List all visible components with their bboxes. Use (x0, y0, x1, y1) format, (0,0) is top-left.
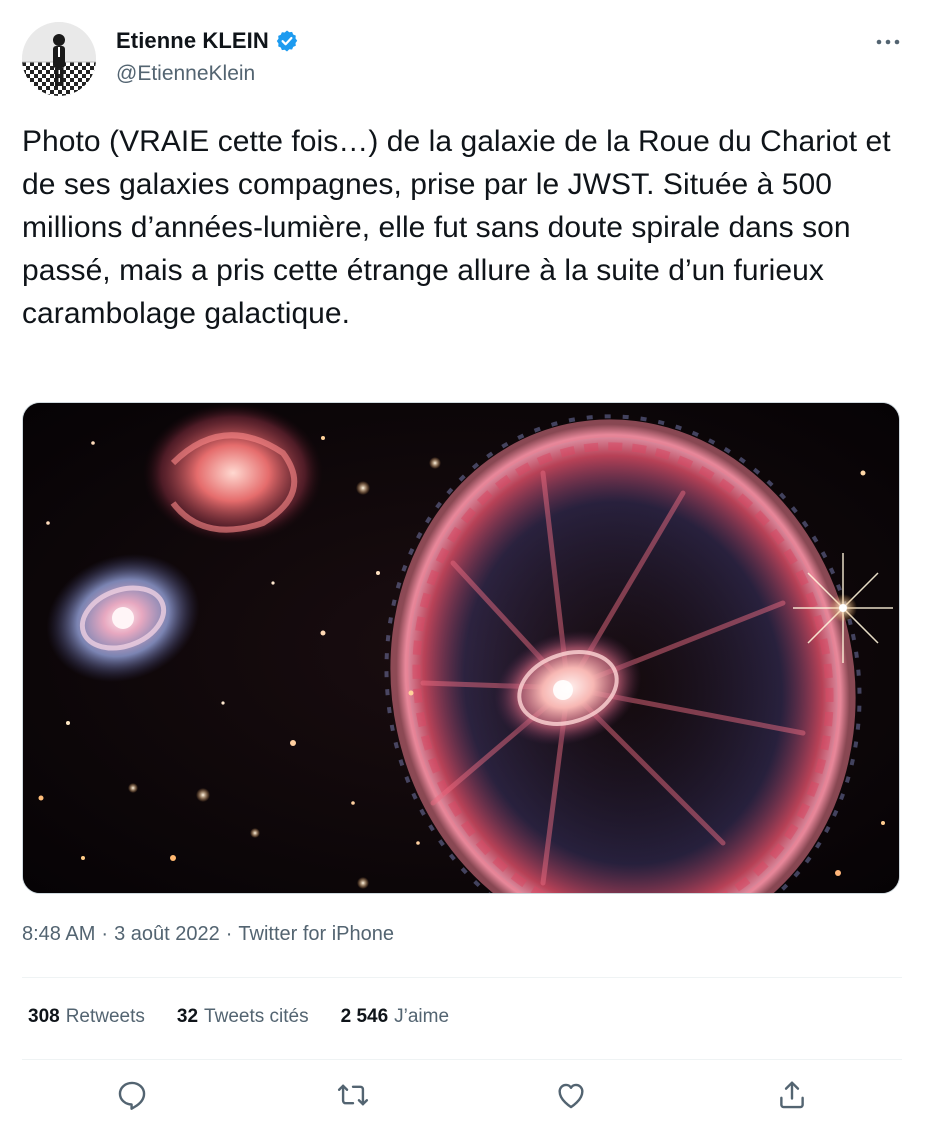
share-icon[interactable] (775, 1078, 809, 1112)
retweet-icon[interactable] (336, 1078, 370, 1112)
tweet-text: Photo (VRAIE cette fois…) de la galaxie … (22, 125, 891, 330)
tweet-media-image[interactable] (22, 402, 900, 894)
like-icon[interactable] (554, 1078, 588, 1112)
author-handle[interactable]: @EtienneKlein (116, 62, 255, 86)
tweet-actions (0, 1074, 928, 1120)
tweet-source[interactable]: Twitter for iPhone (238, 923, 394, 946)
likes-label: J’aime (394, 1006, 450, 1027)
retweets-label: Retweets (65, 1006, 145, 1027)
likes-count: 2 546 (340, 1006, 389, 1027)
quotes-label: Tweets cités (204, 1006, 309, 1027)
tweet-date[interactable]: 3 août 2022 (114, 923, 220, 946)
tweet-stats: 308 Retweets 32 Tweets cités 2 546 J’aim… (28, 1006, 449, 1028)
avatar[interactable] (22, 22, 96, 96)
divider-top (22, 977, 902, 978)
retweets-stat[interactable]: 308 Retweets (28, 1006, 145, 1028)
quotes-count: 32 (176, 1006, 199, 1027)
author-name-row: Etienne KLEIN (116, 28, 299, 54)
meta-separator-2: · (225, 923, 233, 945)
tweet-timestamp: 8:48 AM · 3 août 2022 · Twitter for iPho… (22, 923, 394, 946)
author-display-name[interactable]: Etienne KLEIN (116, 28, 269, 54)
meta-separator: · (101, 923, 109, 945)
quotes-stat[interactable]: 32 Tweets cités (177, 1006, 309, 1028)
more-icon[interactable] (874, 30, 902, 54)
tweet: Etienne KLEIN @EtienneKlein Photo (VRAIE… (0, 0, 928, 1132)
likes-stat[interactable]: 2 546 J’aime (341, 1006, 449, 1028)
retweets-count: 308 (28, 1006, 60, 1027)
verified-badge-icon (275, 29, 299, 53)
divider-bottom (22, 1059, 902, 1060)
tweet-time[interactable]: 8:48 AM (22, 923, 95, 946)
reply-icon[interactable] (115, 1078, 149, 1112)
